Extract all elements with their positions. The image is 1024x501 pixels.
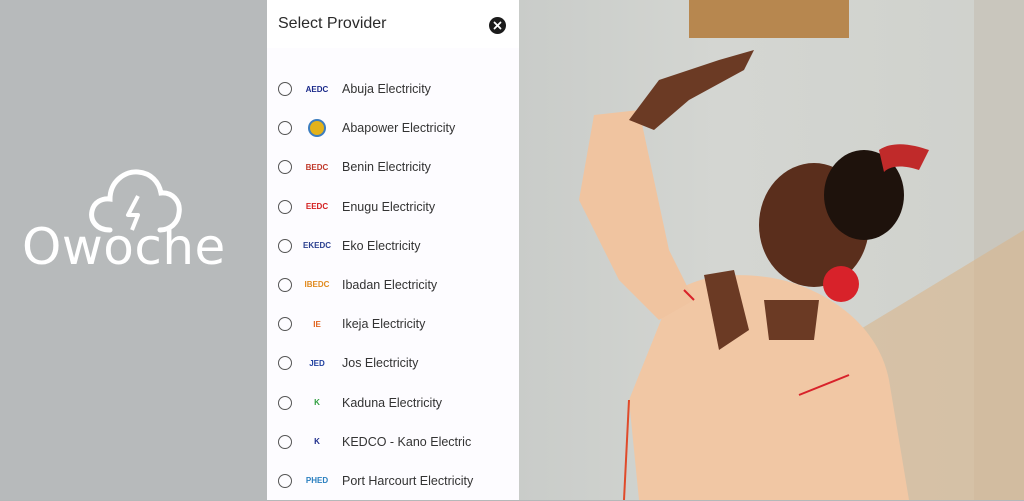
provider-logo-icon: IBEDC [303, 273, 331, 297]
provider-logo-text: IBEDC [304, 280, 330, 290]
provider-label: Enugu Electricity [342, 199, 436, 214]
radio-button[interactable] [278, 82, 292, 96]
hero-photo [519, 0, 1024, 500]
provider-logo-icon: K [303, 391, 331, 415]
provider-logo-icon: EEDC [303, 195, 331, 219]
close-button[interactable] [489, 17, 506, 34]
radio-button[interactable] [278, 434, 292, 449]
provider-option[interactable]: IE Ikeja Electricity [267, 305, 519, 344]
provider-logo-text: K [314, 437, 320, 447]
provider-option[interactable]: EKEDC Eko Electricity [267, 227, 519, 266]
radio-button[interactable] [278, 160, 292, 175]
provider-logo-text: PHED [305, 476, 329, 486]
brand-name: Owoche [22, 218, 226, 276]
provider-logo-text: EEDC [305, 202, 329, 212]
provider-option[interactable]: K KEDCO - Kano Electric [267, 423, 519, 462]
provider-logo-text: BEDC [305, 162, 329, 172]
provider-label: Abuja Electricity [342, 82, 431, 96]
provider-option[interactable]: EEDC Enugu Electricity [267, 188, 519, 227]
provider-logo-icon: BEDC [303, 155, 331, 179]
provider-logo-text: EKEDC [303, 241, 332, 251]
provider-logo-icon: AEDC [303, 77, 331, 101]
provider-logo-icon: PHED [303, 469, 331, 493]
close-icon [493, 21, 502, 30]
provider-sheet: Select Provider AEDC Abuja Electricity Aba… [267, 0, 519, 500]
provider-label: Port Harcourt Electricity [342, 473, 474, 488]
radio-button[interactable] [278, 199, 292, 214]
radio-button[interactable] [278, 238, 292, 253]
provider-label: Jos Electricity [342, 356, 419, 371]
provider-logo-text: K [314, 398, 320, 407]
provider-logo-icon: IE [303, 312, 331, 336]
brand-panel: Owoche [0, 0, 267, 500]
provider-logo-icon [303, 116, 331, 140]
provider-logo-text: AEDC [305, 84, 329, 94]
provider-label: Benin Electricity [342, 160, 431, 175]
provider-list: AEDC Abuja Electricity Abapower Electricit… [267, 70, 519, 501]
radio-button[interactable] [278, 277, 292, 292]
radio-button[interactable] [278, 121, 292, 136]
radio-button[interactable] [278, 356, 292, 371]
provider-option[interactable]: K Kaduna Electricity [267, 384, 519, 423]
provider-option[interactable]: BEDC Benin Electricity [267, 148, 519, 187]
provider-option[interactable]: IBEDC Ibadan Electricity [267, 266, 519, 305]
provider-option[interactable]: AEDC Abuja Electricity [267, 70, 519, 109]
provider-label: Ibadan Electricity [342, 277, 438, 292]
provider-logo-icon: JED [303, 351, 331, 375]
provider-label: Eko Electricity [342, 238, 421, 253]
provider-label: Kaduna Electricity [342, 395, 443, 410]
provider-option[interactable]: JED Jos Electricity [267, 344, 519, 383]
provider-logo-icon: EKEDC [303, 234, 331, 258]
radio-button[interactable] [278, 473, 292, 488]
brand-logo: Owoche [22, 168, 232, 278]
provider-logo-text: IE [313, 319, 321, 329]
provider-label: Ikeja Electricity [342, 317, 426, 332]
provider-logo-icon: K [303, 430, 331, 454]
sheet-title: Select Provider [278, 15, 387, 32]
provider-option[interactable]: PHED Port Harcourt Electricity [267, 462, 519, 501]
provider-label: Abapower Electricity [342, 121, 456, 136]
radio-button[interactable] [278, 395, 292, 410]
provider-logo-text: JED [309, 358, 325, 368]
radio-button[interactable] [278, 317, 292, 332]
provider-label: KEDCO - Kano Electric [342, 434, 472, 449]
sheet-header: Select Provider [267, 0, 519, 48]
provider-option[interactable]: Abapower Electricity [267, 109, 519, 148]
